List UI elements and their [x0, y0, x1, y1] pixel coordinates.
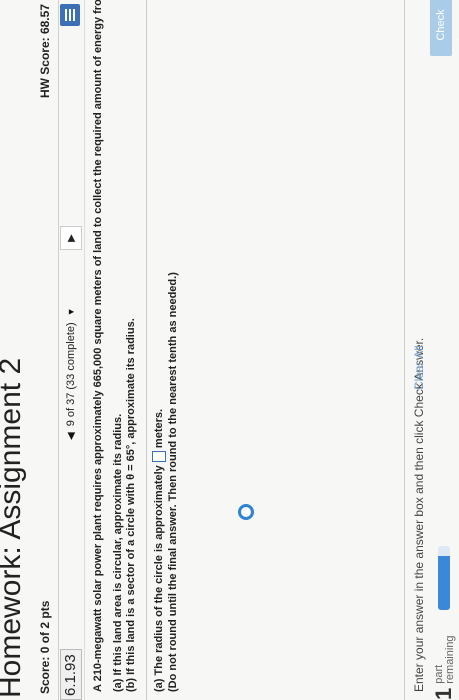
problem-parts: (a) If this land area is circular, appro… — [112, 318, 138, 692]
question-id: 6.1.93 — [60, 649, 82, 700]
parts-progress-bar — [438, 546, 450, 610]
prev-question-icon[interactable]: ◀ — [66, 432, 77, 440]
screen: Homework: Assignment 2 Score: 0 of 2 pts… — [0, 0, 459, 700]
answer-unit: meters. — [153, 408, 165, 449]
loading-indicator-icon — [238, 504, 254, 520]
clear-all-button[interactable]: Clear All — [412, 345, 426, 390]
problem-statement: A 210-megawatt solar power plant require… — [92, 0, 104, 692]
footer-instruction: Enter your answer in the answer box and … — [412, 337, 426, 692]
question-nav: ◀ 9 of 37 (33 complete) ▼ — [62, 270, 80, 440]
answer-area: (a) The radius of the circle is approxim… — [152, 272, 180, 692]
content-divider — [84, 0, 85, 700]
score-label: Score: — [38, 656, 52, 694]
next-arrow-icon: ▶ — [65, 234, 77, 242]
menu-line-icon — [65, 9, 67, 21]
parts-remaining: 1 part remaining — [431, 635, 456, 700]
answer-input[interactable] — [152, 451, 167, 463]
part-a-text: (a) If this land area is circular, appro… — [112, 413, 124, 692]
answer-prompt: (a) The radius of the circle is approxim… — [153, 465, 165, 692]
menu-line-icon — [69, 9, 71, 21]
answer-divider — [146, 0, 147, 700]
parts-progress-fill — [438, 555, 450, 610]
menu-line-icon — [73, 9, 75, 21]
part-b-text: (b) If this land is a sector of a circle… — [125, 318, 137, 692]
footer-divider — [404, 0, 405, 700]
hw-score: HW Score: 68.57 — [38, 4, 52, 99]
menu-button[interactable] — [60, 4, 80, 26]
question-progress: 9 of 37 (33 complete) — [65, 322, 77, 427]
parts-remaining-word: remaining — [444, 635, 456, 684]
parts-remaining-count: 1 — [431, 687, 456, 700]
page-title: Homework: Assignment 2 — [0, 358, 27, 698]
rounding-note: (Do not round until the final answer. Th… — [167, 272, 180, 692]
question-list-dropdown-icon[interactable]: ▼ — [66, 307, 76, 316]
check-answer-button[interactable]: Check Answer — [430, 0, 459, 56]
score: Score: 0 of 2 pts — [38, 601, 52, 694]
header-divider — [58, 0, 59, 700]
score-value: 0 of 2 pts — [38, 600, 52, 654]
next-question-button[interactable]: ▶ — [60, 226, 82, 250]
